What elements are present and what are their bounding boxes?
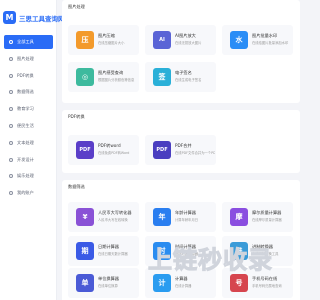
tool-name: 日期计算器 bbox=[98, 244, 119, 249]
tool-name: 计算器 bbox=[175, 276, 188, 281]
tool-description: 在线无损放大图片 bbox=[175, 41, 202, 45]
tool-name: 图片压缩 bbox=[98, 33, 115, 38]
palette-icon: ◎ bbox=[76, 68, 94, 86]
calculator-icon: 计 bbox=[153, 274, 171, 292]
section-title: 图片处理 bbox=[68, 4, 85, 9]
tool-card[interactable]: 水 图片批量水印 在线给图片批量添加水印 bbox=[222, 25, 293, 55]
tool-description: 在线给图片批量添加水印 bbox=[252, 41, 289, 45]
section-title: 数据筛选 bbox=[68, 184, 85, 189]
tool-description: 在线计算器 bbox=[175, 284, 192, 288]
tool-description: 在线日期天数计算器 bbox=[98, 252, 128, 256]
currency-icon: ¥ bbox=[76, 208, 94, 226]
tool-card[interactable]: AI AI图片放大 在线无损放大图片 bbox=[145, 25, 216, 55]
sidebar-item-label: 全部工具 bbox=[17, 39, 34, 44]
site-logo[interactable]: M 三思工具查询网 bbox=[3, 11, 65, 24]
phone-icon: 号 bbox=[230, 274, 248, 292]
compress-icon: 压 bbox=[76, 31, 94, 49]
sidebar-item-text[interactable]: 文本处理 bbox=[0, 136, 56, 150]
date-icon: 期 bbox=[76, 242, 94, 260]
tool-name: PDF合并 bbox=[175, 143, 192, 148]
tool-card[interactable]: 签 电子签名 在线生成电子签名 bbox=[145, 62, 216, 92]
tool-card[interactable]: PDF PDF转word 在线免费PDF转Word bbox=[68, 135, 139, 165]
tool-description: 在线压缩图片大小 bbox=[98, 41, 125, 45]
image-icon bbox=[9, 56, 13, 61]
logo-icon: M bbox=[3, 11, 16, 24]
tool-description: 在线摩尔质量计算器 bbox=[252, 218, 282, 222]
tool-card[interactable]: 期 日期计算器 在线日期天数计算器 bbox=[68, 236, 139, 266]
age-icon: 年 bbox=[153, 208, 171, 226]
tool-card[interactable]: ◎ 图片感受查询 根据图片分析颜色等信息 bbox=[68, 62, 139, 92]
sidebar-item-data[interactable]: 数据筛选 bbox=[0, 85, 56, 99]
sidebar-nav: 全部工具 图片处理 PDF转换 数据筛选 教育学习 便民生活 文本处理 开发设计… bbox=[0, 35, 56, 203]
tool-name: 手机号码在线 bbox=[252, 276, 278, 281]
tool-description: 在线PDF文件合并为一个PDF bbox=[175, 151, 215, 155]
tool-name: PDF转word bbox=[98, 143, 121, 148]
sidebar-item-label: 图片处理 bbox=[17, 55, 34, 61]
sidebar: M 三思工具查询网 全部工具 图片处理 PDF转换 数据筛选 教育学习 便民生活… bbox=[0, 0, 65, 300]
pdf-merge-icon: PDF bbox=[153, 141, 171, 159]
tool-description: 手机号码归属地查询 bbox=[252, 284, 282, 288]
tool-card[interactable]: 单 单位换算器 在线单位换算 bbox=[68, 268, 139, 298]
tool-card[interactable]: 压 图片压缩 在线压缩图片大小 bbox=[68, 25, 139, 55]
sidebar-item-all-tools[interactable]: 全部工具 bbox=[4, 35, 53, 49]
sidebar-item-label: 开发设计 bbox=[17, 156, 34, 162]
watermark-icon: 水 bbox=[230, 31, 248, 49]
site-title: 三思工具查询网 bbox=[19, 14, 65, 23]
sidebar-item-label: PDF转换 bbox=[17, 72, 34, 78]
tool-name: AI图片放大 bbox=[175, 33, 196, 38]
tool-description: 根据图片分析颜色等信息 bbox=[98, 78, 135, 82]
tool-description: 人民币大写在线转换 bbox=[98, 218, 128, 222]
tool-description: 在线单位换算 bbox=[98, 284, 118, 288]
section-pdf-tools: PDF转换 PDF PDF转word 在线免费PDF转Word PDF PDF合… bbox=[62, 110, 300, 173]
tool-name: 电子签名 bbox=[175, 70, 192, 75]
sidebar-item-pdf[interactable]: PDF转换 bbox=[0, 69, 56, 83]
home-icon bbox=[9, 123, 13, 128]
game-icon bbox=[9, 174, 13, 179]
sidebar-item-label: 我的账户 bbox=[17, 190, 34, 196]
user-icon bbox=[9, 191, 13, 196]
signature-icon: 签 bbox=[153, 68, 171, 86]
sidebar-item-label: 娱乐处理 bbox=[17, 173, 34, 179]
tool-card[interactable]: ¥ 人民币大写转化器 人民币大写在线转换 bbox=[68, 202, 139, 232]
grid-icon bbox=[9, 40, 13, 44]
pdf-icon: PDF bbox=[76, 141, 94, 159]
sidebar-item-image[interactable]: 图片处理 bbox=[0, 52, 56, 66]
sidebar-item-label: 文本处理 bbox=[17, 139, 34, 145]
tool-name: 人民币大写转化器 bbox=[98, 210, 132, 215]
tool-name: 年龄计算器 bbox=[175, 210, 196, 215]
sidebar-item-life[interactable]: 便民生活 bbox=[0, 119, 56, 133]
sidebar-item-fun[interactable]: 娱乐处理 bbox=[0, 169, 56, 183]
filter-icon bbox=[9, 90, 13, 95]
tool-description: 计算年龄年月日 bbox=[175, 218, 199, 222]
sidebar-item-account[interactable]: 我的账户 bbox=[0, 186, 56, 200]
ai-upscale-icon: AI bbox=[153, 31, 171, 49]
text-icon bbox=[9, 140, 13, 145]
tool-card[interactable]: 摩 摩尔质量计算器 在线摩尔质量计算器 bbox=[222, 202, 293, 232]
tool-description: 在线免费PDF转Word bbox=[98, 151, 130, 155]
tool-name: 图片批量水印 bbox=[252, 33, 278, 38]
sidebar-item-education[interactable]: 教育学习 bbox=[0, 102, 56, 116]
code-icon bbox=[9, 157, 13, 162]
tool-name: 摩尔质量计算器 bbox=[252, 210, 282, 215]
sidebar-item-dev[interactable]: 开发设计 bbox=[0, 153, 56, 167]
tool-card[interactable]: PDF PDF合并 在线PDF文件合并为一个PDF bbox=[145, 135, 216, 165]
molar-icon: 摩 bbox=[230, 208, 248, 226]
sidebar-item-label: 便民生活 bbox=[17, 122, 34, 128]
tool-card[interactable]: 年 年龄计算器 计算年龄年月日 bbox=[145, 202, 216, 232]
book-icon bbox=[9, 107, 13, 112]
unit-icon: 单 bbox=[76, 274, 94, 292]
watermark: 上链秒收录 bbox=[148, 246, 273, 275]
file-icon bbox=[9, 73, 13, 78]
sidebar-item-label: 数据筛选 bbox=[17, 89, 34, 95]
tool-description: 在线生成电子签名 bbox=[175, 78, 202, 82]
section-image-tools: 图片处理 压 图片压缩 在线压缩图片大小 AI AI图片放大 在线无损放大图片 … bbox=[62, 0, 300, 103]
section-title: PDF转换 bbox=[68, 114, 85, 119]
sidebar-item-label: 教育学习 bbox=[17, 106, 34, 112]
tool-name: 图片感受查询 bbox=[98, 70, 124, 75]
tool-name: 单位换算器 bbox=[98, 276, 119, 281]
